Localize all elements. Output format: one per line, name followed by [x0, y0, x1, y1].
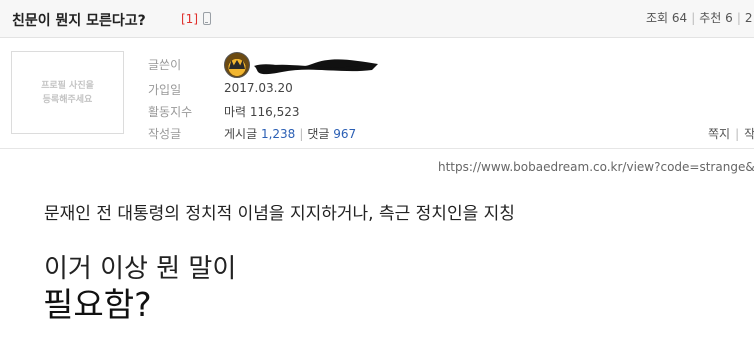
redacted-nickname	[254, 59, 378, 75]
post-title: 친문이 뭔지 모른다고?	[12, 13, 146, 29]
recommend-label: 추천	[699, 11, 722, 25]
source-url-link[interactable]: https://www.bobaedream.co.kr/view?code=s…	[438, 160, 754, 174]
activity-value: 마력 116,523	[224, 105, 300, 119]
message-button[interactable]: 쪽지	[708, 127, 730, 141]
author-label: 글쓴이	[148, 58, 182, 72]
comments-label: 댓글	[307, 127, 330, 141]
profile-actions: 쪽지 | 작	[708, 127, 754, 141]
comments-count-link[interactable]: 967	[333, 127, 356, 141]
joined-date: 2017.03.20	[224, 81, 293, 95]
body-large-text-2: 필요함?	[43, 285, 152, 324]
recommend-count: 6	[725, 11, 733, 25]
posts-count-link[interactable]: 1,238	[261, 127, 295, 141]
activity-label: 활동지수	[148, 105, 193, 119]
avatar-emblem-icon	[229, 60, 245, 69]
profile-photo-placeholder[interactable]: 프로필 사진을 등록해주세요	[11, 51, 124, 134]
written-summary: 게시글 1,238 | 댓글 967	[224, 127, 357, 141]
body-text-line: 문재인 전 대통령의 정치적 이념을 지지하거나, 측근 정치인을 지칭	[44, 204, 515, 224]
posts-label: 게시글	[224, 127, 258, 141]
mobile-phone-icon	[203, 12, 211, 25]
comment-count[interactable]: [1]	[181, 12, 198, 26]
post-stats: 조회 64 | 추천 6 | 2	[646, 11, 753, 25]
views-label: 조회	[646, 11, 669, 25]
written-label: 작성글	[148, 127, 182, 141]
views-count: 64	[671, 11, 688, 25]
header-divider	[0, 148, 754, 149]
third-stat: 2	[744, 11, 753, 25]
joined-label: 가입일	[148, 83, 182, 97]
profile-photo-text: 프로필 사진을 등록해주세요	[41, 80, 94, 105]
author-avatar[interactable]	[224, 52, 250, 78]
more-button[interactable]: 작	[744, 127, 754, 141]
post-header: 친문이 뭔지 모른다고? [1] 조회 64 | 추천 6 | 2	[0, 0, 754, 38]
